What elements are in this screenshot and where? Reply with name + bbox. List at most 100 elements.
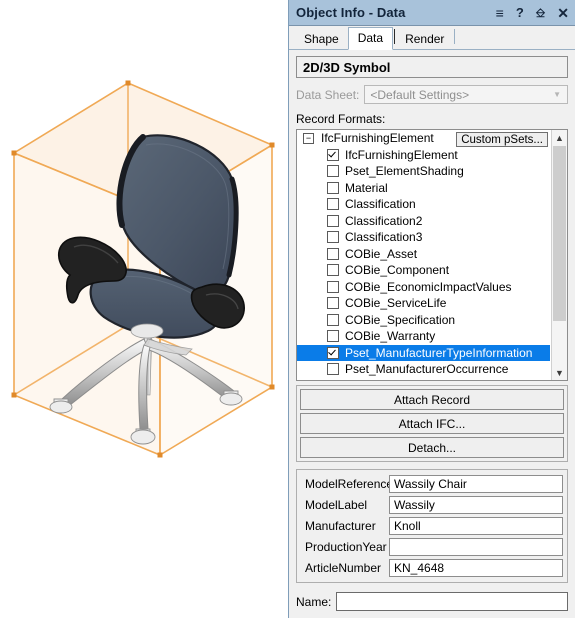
office-chair-model — [49, 134, 245, 445]
list-item[interactable]: Classification — [297, 196, 550, 213]
collapse-icon[interactable]: − — [303, 132, 314, 144]
list-item-label: Pset_ElementShading — [345, 164, 464, 179]
tab-render[interactable]: Render — [396, 29, 453, 50]
list-item-label: Classification2 — [345, 213, 423, 228]
list-item[interactable]: COBie_Asset — [297, 246, 550, 263]
list-item[interactable]: Material — [297, 180, 550, 197]
list-item[interactable]: COBie_Warranty — [297, 328, 550, 345]
checkbox-icon[interactable] — [327, 214, 339, 227]
data-sheet-row: Data Sheet: <Default Settings> ▼ — [296, 85, 568, 104]
list-item-label: Pset_ManufacturerTypeInformation — [345, 345, 533, 360]
checkbox-icon[interactable] — [327, 330, 339, 343]
property-value-input[interactable]: Knoll — [389, 516, 563, 535]
data-sheet-dropdown[interactable]: <Default Settings> ▼ — [364, 85, 568, 104]
property-row: ModelReference Wassily Chair — [301, 474, 563, 493]
property-key: ArticleNumber — [305, 560, 382, 575]
pin-icon[interactable]: ⎒ — [536, 7, 545, 19]
checkbox-icon[interactable] — [327, 148, 339, 161]
property-value-input[interactable]: Wassily Chair — [389, 474, 563, 493]
detach-button[interactable]: Detach... — [300, 437, 564, 458]
property-value-input[interactable]: KN_4648 — [389, 558, 563, 577]
data-sheet-value: <Default Settings> — [370, 87, 470, 102]
scrollbar-thumb[interactable] — [553, 146, 566, 321]
symbol-header: 2D/3D Symbol — [296, 56, 568, 78]
list-item-label: COBie_Specification — [345, 312, 456, 327]
property-row: Manufacturer Knoll — [301, 516, 563, 535]
checkbox-icon[interactable] — [327, 247, 339, 260]
help-icon[interactable]: ? — [516, 6, 524, 19]
record-formats-label: Record Formats: — [296, 112, 386, 126]
name-label: Name: — [296, 594, 332, 609]
scroll-up-icon[interactable]: ▲ — [552, 130, 567, 145]
checkbox-icon[interactable] — [327, 198, 339, 211]
checkbox-icon[interactable] — [327, 231, 339, 244]
name-row: Name: — [296, 592, 568, 611]
tree-root-label: IfcFurnishingElement — [321, 131, 434, 146]
object-info-palette: Object Info - Data ≡ ? ⎒ ✕ Shape Data Re… — [288, 0, 575, 618]
scroll-down-icon[interactable]: ▼ — [552, 365, 567, 380]
list-item[interactable]: Pset_ManufacturerOccurrence — [297, 361, 550, 378]
checkbox-icon[interactable] — [327, 346, 339, 359]
tab-separator-end — [454, 29, 456, 44]
list-item[interactable]: COBie_Specification — [297, 312, 550, 329]
name-input[interactable] — [336, 592, 568, 611]
property-key: ProductionYear — [305, 539, 387, 554]
list-item-label: IfcFurnishingElement — [345, 147, 458, 162]
list-item-label: Material — [345, 180, 388, 195]
property-key: Manufacturer — [305, 518, 376, 533]
checkbox-icon[interactable] — [327, 165, 339, 178]
data-sheet-label: Data Sheet: — [296, 87, 360, 102]
page-title: Object Info - Data — [296, 5, 406, 20]
checkbox-icon[interactable] — [327, 297, 339, 310]
list-item-label: COBie_EconomicImpactValues — [345, 279, 512, 294]
chevron-down-icon: ▼ — [553, 90, 561, 99]
property-key: ModelLabel — [305, 497, 368, 512]
cad-viewport[interactable] — [0, 0, 288, 618]
list-item-label: COBie_Warranty — [345, 329, 436, 344]
list-item[interactable]: Classification2 — [297, 213, 550, 230]
menu-icon[interactable]: ≡ — [496, 6, 504, 20]
property-row: ModelLabel Wassily — [301, 495, 563, 514]
tab-data[interactable]: Data — [347, 27, 394, 50]
record-actions: Attach Record Attach IFC... Detach... — [296, 385, 568, 462]
attach-record-button[interactable]: Attach Record — [300, 389, 564, 410]
titlebar-icons: ≡ ? ⎒ ✕ — [496, 0, 569, 25]
property-value-input[interactable] — [389, 537, 563, 556]
palette-body: 2D/3D Symbol Data Sheet: <Default Settin… — [289, 50, 575, 583]
close-icon[interactable]: ✕ — [557, 6, 569, 20]
list-item-label: Pset_ManufacturerOccurrence — [345, 362, 509, 377]
checkbox-icon[interactable] — [327, 363, 339, 376]
list-item-label: COBie_Component — [345, 263, 450, 278]
list-item-selected[interactable]: Pset_ManufacturerTypeInformation — [297, 344, 550, 361]
tab-bar: Shape Data Render — [289, 26, 575, 50]
tab-shape[interactable]: Shape — [295, 29, 348, 50]
cad-stage — [0, 55, 288, 535]
palette-titlebar[interactable]: Object Info - Data ≡ ? ⎒ ✕ — [289, 0, 575, 26]
checkbox-icon[interactable] — [327, 264, 339, 277]
list-item[interactable]: Pset_ElementShading — [297, 163, 550, 180]
property-key: ModelReference — [305, 476, 394, 491]
app-screen: Object Info - Data ≡ ? ⎒ ✕ Shape Data Re… — [0, 0, 575, 618]
custom-psets-button[interactable]: Custom pSets... — [456, 132, 548, 147]
list-item-label: Classification3 — [345, 230, 423, 245]
checkbox-icon[interactable] — [327, 181, 339, 194]
record-formats-list: − IfcFurnishingElement IfcFurnishingElem… — [297, 130, 550, 380]
list-item[interactable]: COBie_EconomicImpactValues — [297, 279, 550, 296]
list-scrollbar[interactable]: ▲ ▼ — [551, 130, 567, 380]
checkbox-icon[interactable] — [327, 313, 339, 326]
list-item[interactable]: COBie_Component — [297, 262, 550, 279]
list-item[interactable]: COBie_ServiceLife — [297, 295, 550, 312]
list-item-label: COBie_Asset — [345, 246, 418, 261]
checkbox-icon[interactable] — [327, 280, 339, 293]
list-item-label: Classification — [345, 197, 416, 212]
property-row: ArticleNumber KN_4648 — [301, 558, 563, 577]
tab-separator — [394, 29, 396, 44]
list-item[interactable]: Classification3 — [297, 229, 550, 246]
property-value-input[interactable]: Wassily — [389, 495, 563, 514]
list-item[interactable]: IfcFurnishingElement — [297, 147, 550, 164]
list-item-label: COBie_ServiceLife — [345, 296, 447, 311]
record-formats-listbox[interactable]: − IfcFurnishingElement IfcFurnishingElem… — [296, 129, 568, 381]
property-row: ProductionYear — [301, 537, 563, 556]
attach-ifc-button[interactable]: Attach IFC... — [300, 413, 564, 434]
property-fields: ModelReference Wassily Chair ModelLabel … — [296, 469, 568, 583]
